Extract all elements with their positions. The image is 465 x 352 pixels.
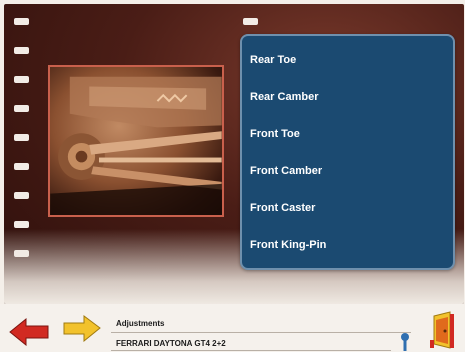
menu-item-rear-toe[interactable]: Rear Toe — [250, 50, 296, 70]
arrow-right-icon[interactable] — [62, 314, 102, 342]
menu-item-front-toe[interactable]: Front Toe — [250, 124, 300, 144]
film-perforation — [14, 47, 29, 54]
film-perforation — [14, 76, 29, 83]
film-perforation — [14, 134, 29, 141]
app-window: Rear Toe Rear Camber Front Toe Front Cam… — [0, 0, 465, 352]
film-perforation — [14, 221, 29, 228]
film-perforation — [243, 18, 258, 25]
suspension-photo — [48, 65, 224, 217]
film-perforation — [14, 18, 29, 25]
footer-divider — [111, 350, 391, 351]
menu-item-front-caster[interactable]: Front Caster — [250, 198, 315, 218]
section-title: Adjustments — [116, 319, 165, 328]
film-perforation — [14, 163, 29, 170]
exit-door-icon[interactable] — [426, 310, 458, 350]
vehicle-name: FERRARI DAYTONA GT4 2+2 — [116, 339, 226, 348]
menu-item-front-camber[interactable]: Front Camber — [250, 161, 322, 181]
adjustment-menu: Rear Toe Rear Camber Front Toe Front Cam… — [240, 34, 455, 270]
suspension-illustration — [50, 76, 222, 215]
arrow-left-icon[interactable] — [8, 316, 50, 346]
bottom-bar: Adjustments FERRARI DAYTONA GT4 2+2 — [0, 304, 465, 352]
menu-item-front-king-pin[interactable]: Front King-Pin — [250, 235, 326, 255]
film-perforation — [14, 105, 29, 112]
info-icon[interactable] — [398, 332, 412, 352]
footer-divider — [111, 332, 411, 333]
film-perforation — [14, 192, 29, 199]
menu-item-rear-camber[interactable]: Rear Camber — [250, 87, 318, 107]
